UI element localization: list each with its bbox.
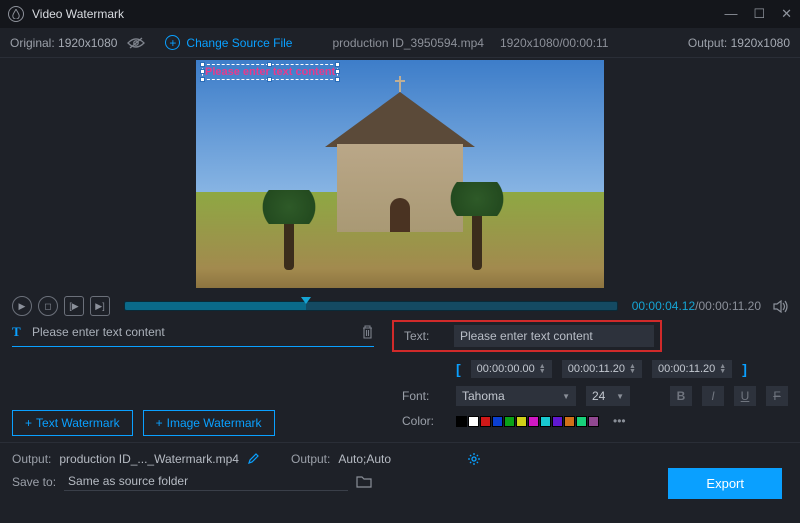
image-watermark-label: Image Watermark [167, 416, 262, 430]
color-swatch[interactable] [564, 416, 575, 427]
output-settings-icon[interactable] [467, 452, 481, 466]
text-label: Text: [404, 329, 444, 343]
timeline-scrubber[interactable] [124, 301, 618, 311]
delete-layer-icon[interactable] [361, 325, 374, 339]
save-to-label: Save to: [12, 475, 56, 489]
export-button[interactable]: Export [668, 468, 782, 499]
stop-button[interactable]: ◻ [38, 296, 58, 316]
source-filename: production ID_3950594.mp4 [332, 36, 483, 50]
output-res-value: 1920x1080 [731, 36, 790, 50]
watermark-layer-row[interactable]: T Please enter text content [12, 320, 374, 347]
output-format-label: Output: [291, 452, 330, 466]
add-image-watermark-button[interactable]: +Image Watermark [143, 410, 275, 436]
range-start-input[interactable]: 00:00:00.00▲▼ [471, 360, 552, 378]
output-format-value: Auto;Auto [338, 452, 391, 466]
current-time: 00:00:04.12 [632, 299, 695, 313]
color-label: Color: [402, 414, 446, 428]
color-swatch[interactable] [528, 416, 539, 427]
app-title: Video Watermark [32, 7, 124, 21]
italic-button[interactable]: I [702, 386, 724, 406]
original-label: Original: [10, 36, 55, 50]
change-source-label: Change Source File [186, 36, 292, 50]
color-swatch[interactable] [492, 416, 503, 427]
text-layer-icon: T [12, 324, 28, 340]
color-swatches [456, 416, 599, 427]
color-swatch[interactable] [576, 416, 587, 427]
source-meta: 1920x1080/00:00:11 [500, 36, 609, 50]
volume-icon[interactable] [773, 300, 788, 313]
minimize-button[interactable]: — [724, 6, 737, 22]
output-file-label: Output: [12, 452, 51, 466]
more-colors-button[interactable]: ••• [613, 414, 626, 428]
browse-folder-icon[interactable] [356, 475, 372, 488]
maximize-button[interactable]: ☐ [753, 6, 765, 22]
change-source-button[interactable]: + Change Source File [165, 35, 292, 50]
video-preview[interactable]: Please enter text content [196, 60, 604, 288]
preview-toggle-icon[interactable] [127, 37, 145, 49]
layer-name: Please enter text content [28, 325, 361, 339]
output-file-value: production ID_..._Watermark.mp4 [59, 452, 239, 466]
range-start-bracket[interactable]: [ [456, 361, 461, 377]
output-res-label: Output: [688, 36, 727, 50]
font-size-select[interactable]: 24▼ [586, 386, 630, 406]
text-input-row: Text: [392, 320, 662, 352]
play-button[interactable]: ▶ [12, 296, 32, 316]
duration-time: /00:00:11.20 [695, 299, 761, 313]
color-swatch[interactable] [504, 416, 515, 427]
edit-output-name-icon[interactable] [247, 453, 259, 465]
strikethrough-button[interactable]: F [766, 386, 788, 406]
range-end-input[interactable]: 00:00:11.20▲▼ [652, 360, 732, 378]
color-swatch[interactable] [552, 416, 563, 427]
save-to-value[interactable]: Same as source folder [64, 472, 348, 491]
color-swatch[interactable] [588, 416, 599, 427]
font-family-select[interactable]: Tahoma▼ [456, 386, 576, 406]
close-button[interactable]: ✕ [781, 6, 792, 22]
color-swatch[interactable] [516, 416, 527, 427]
font-label: Font: [402, 389, 446, 403]
range-mid-input[interactable]: 00:00:11.20▲▼ [562, 360, 642, 378]
original-value: 1920x1080 [58, 36, 117, 50]
add-text-watermark-button[interactable]: +Text Watermark [12, 410, 133, 436]
plus-icon: + [165, 35, 180, 50]
mark-in-button[interactable]: [▶ [64, 296, 84, 316]
color-swatch[interactable] [468, 416, 479, 427]
mark-out-button[interactable]: ▶] [90, 296, 110, 316]
watermark-text-input[interactable] [454, 325, 654, 347]
color-swatch[interactable] [456, 416, 467, 427]
text-watermark-label: Text Watermark [36, 416, 120, 430]
app-logo [8, 6, 24, 22]
range-end-bracket[interactable]: ] [742, 361, 747, 377]
color-swatch[interactable] [480, 416, 491, 427]
watermark-overlay[interactable]: Please enter text content [202, 64, 338, 80]
underline-button[interactable]: U [734, 386, 756, 406]
color-swatch[interactable] [540, 416, 551, 427]
bold-button[interactable]: B [670, 386, 692, 406]
